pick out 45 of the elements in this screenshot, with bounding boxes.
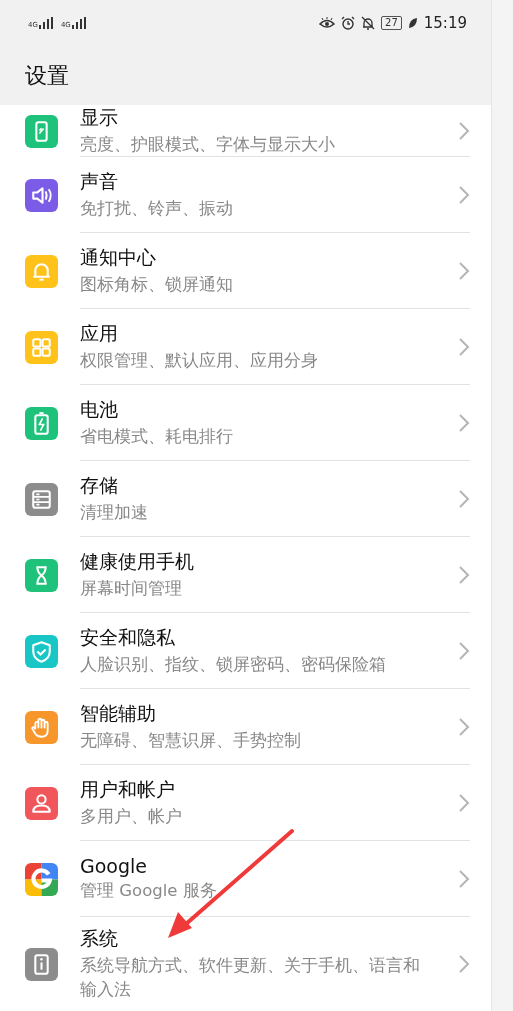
chevron-icon[interactable]	[458, 412, 470, 433]
chevron-icon[interactable]	[458, 640, 470, 661]
setting-title[interactable]: 用户和帐户	[80, 776, 458, 803]
setting-title[interactable]: 智能辅助	[80, 700, 458, 727]
chevron-icon[interactable]	[458, 260, 470, 281]
setting-description: 权限管理、默认应用、应用分身	[80, 349, 319, 372]
clock-time: 15:19	[423, 13, 467, 32]
page-title: 设置	[24, 62, 70, 90]
chevron-icon[interactable]	[458, 120, 470, 141]
setting-description: 图标角标、锁屏通知	[80, 273, 234, 296]
chevron-icon[interactable]	[458, 336, 470, 357]
setting-description: 省电模式、耗电排行	[80, 425, 234, 448]
signal-icon	[71, 16, 86, 29]
battery-level: 27	[381, 15, 402, 30]
eye-icon	[319, 16, 336, 29]
setting-title[interactable]: 存储	[80, 472, 458, 499]
chevron-icon[interactable]	[458, 184, 470, 205]
setting-description: 无障碍、智慧识屏、手势控制	[80, 729, 302, 752]
setting-title[interactable]: 安全和隐私	[80, 624, 458, 651]
setting-title[interactable]: 系统	[80, 926, 458, 953]
setting-title[interactable]: 通知中心	[80, 244, 458, 271]
alarm-icon	[341, 15, 356, 30]
setting-title[interactable]: 健康使用手机	[80, 548, 458, 575]
bell-off-icon	[361, 15, 376, 30]
setting-description: 多用户、帐户	[80, 805, 183, 828]
chevron-icon[interactable]	[458, 488, 470, 509]
setting-description: 免打扰、铃声、振动	[80, 197, 234, 220]
setting-description: 清理加速	[80, 501, 149, 524]
setting-description: 屏幕时间管理	[80, 577, 183, 600]
leaf-icon	[407, 16, 418, 29]
chevron-icon[interactable]	[458, 792, 470, 813]
setting-title[interactable]: 电池	[80, 396, 458, 423]
setting-title[interactable]: 应用	[80, 320, 458, 347]
setting-description: 系统导航方式、软件更新、关于手机、语言和输入法	[80, 955, 421, 1001]
setting-description: 亮度、护眼模式、字体与显示大小	[80, 133, 336, 156]
setting-description: 人脸识别、指纹、锁屏密码、密码保险箱	[80, 653, 387, 676]
setting-title[interactable]: 显示	[80, 104, 458, 131]
setting-description: 管理 Google 服务	[80, 879, 218, 902]
chevron-icon[interactable]	[458, 716, 470, 737]
setting-title[interactable]: 声音	[80, 168, 458, 195]
chevron-icon[interactable]	[458, 564, 470, 585]
setting-title[interactable]: Google	[80, 854, 458, 877]
chevron-icon[interactable]	[458, 954, 470, 974]
chevron-icon[interactable]	[458, 868, 470, 889]
signal-icon	[38, 16, 53, 29]
